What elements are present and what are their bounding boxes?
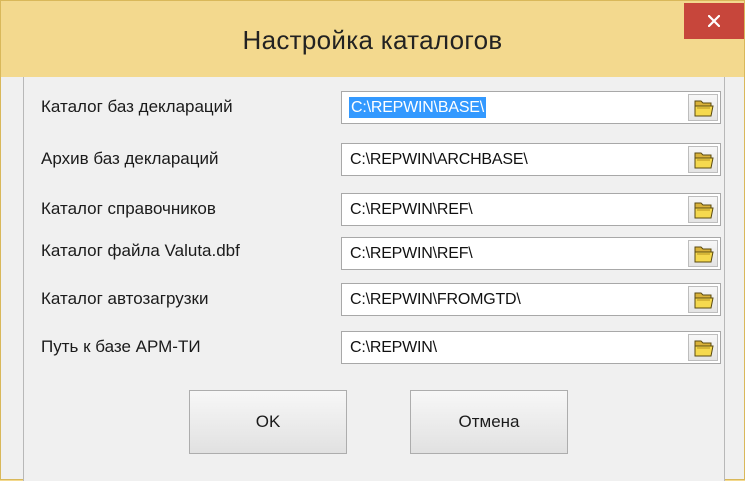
label-autoload-dir: Каталог автозагрузки [41,289,209,308]
arm-ti-base-path-field[interactable] [341,331,721,364]
arm-ti-base-path-input[interactable] [342,332,680,363]
declarations-base-dir-value[interactable]: C:\REPWIN\BASE\ [349,97,487,118]
close-icon [708,15,720,27]
autoload-dir-field[interactable] [341,283,721,316]
folder-open-icon [694,292,714,309]
title-bar[interactable]: Настройка каталогов [1,1,744,77]
dialog-content: Каталог баз деклараций C:\REPWIN\BASE\ А… [23,77,725,481]
browse-declarations-archive-dir-button[interactable] [688,146,718,173]
autoload-dir-input[interactable] [342,284,680,315]
browse-reference-dir-button[interactable] [688,196,718,223]
folder-open-icon [694,246,714,263]
declarations-base-dir-field[interactable]: C:\REPWIN\BASE\ [341,91,721,124]
browse-autoload-dir-button[interactable] [688,286,718,313]
ok-button[interactable]: OK [189,390,347,454]
folder-open-icon [694,340,714,357]
folder-open-icon [694,100,714,117]
browse-arm-ti-base-path-button[interactable] [688,334,718,361]
declarations-archive-dir-input[interactable] [342,144,680,175]
folder-open-icon [694,202,714,219]
cancel-button[interactable]: Отмена [410,390,568,454]
reference-dir-field[interactable] [341,193,721,226]
label-arm-ti-base-path: Путь к базе АРМ-ТИ [41,337,201,356]
browse-declarations-base-dir-button[interactable] [688,94,718,121]
declarations-archive-dir-field[interactable] [341,143,721,176]
folder-open-icon [694,152,714,169]
browse-valuta-file-dir-button[interactable] [688,240,718,267]
label-declarations-archive-dir: Архив баз деклараций [41,149,219,168]
label-valuta-file-dir: Каталог файла Valuta.dbf [41,241,240,260]
label-reference-dir: Каталог справочников [41,199,216,218]
reference-dir-input[interactable] [342,194,680,225]
valuta-file-dir-input[interactable] [342,238,680,269]
window-title: Настройка каталогов [242,25,503,55]
close-button[interactable] [684,3,744,39]
label-declarations-base-dir: Каталог баз деклараций [41,97,233,116]
dialog-window: Настройка каталогов Каталог баз декларац… [0,0,745,481]
valuta-file-dir-field[interactable] [341,237,721,270]
